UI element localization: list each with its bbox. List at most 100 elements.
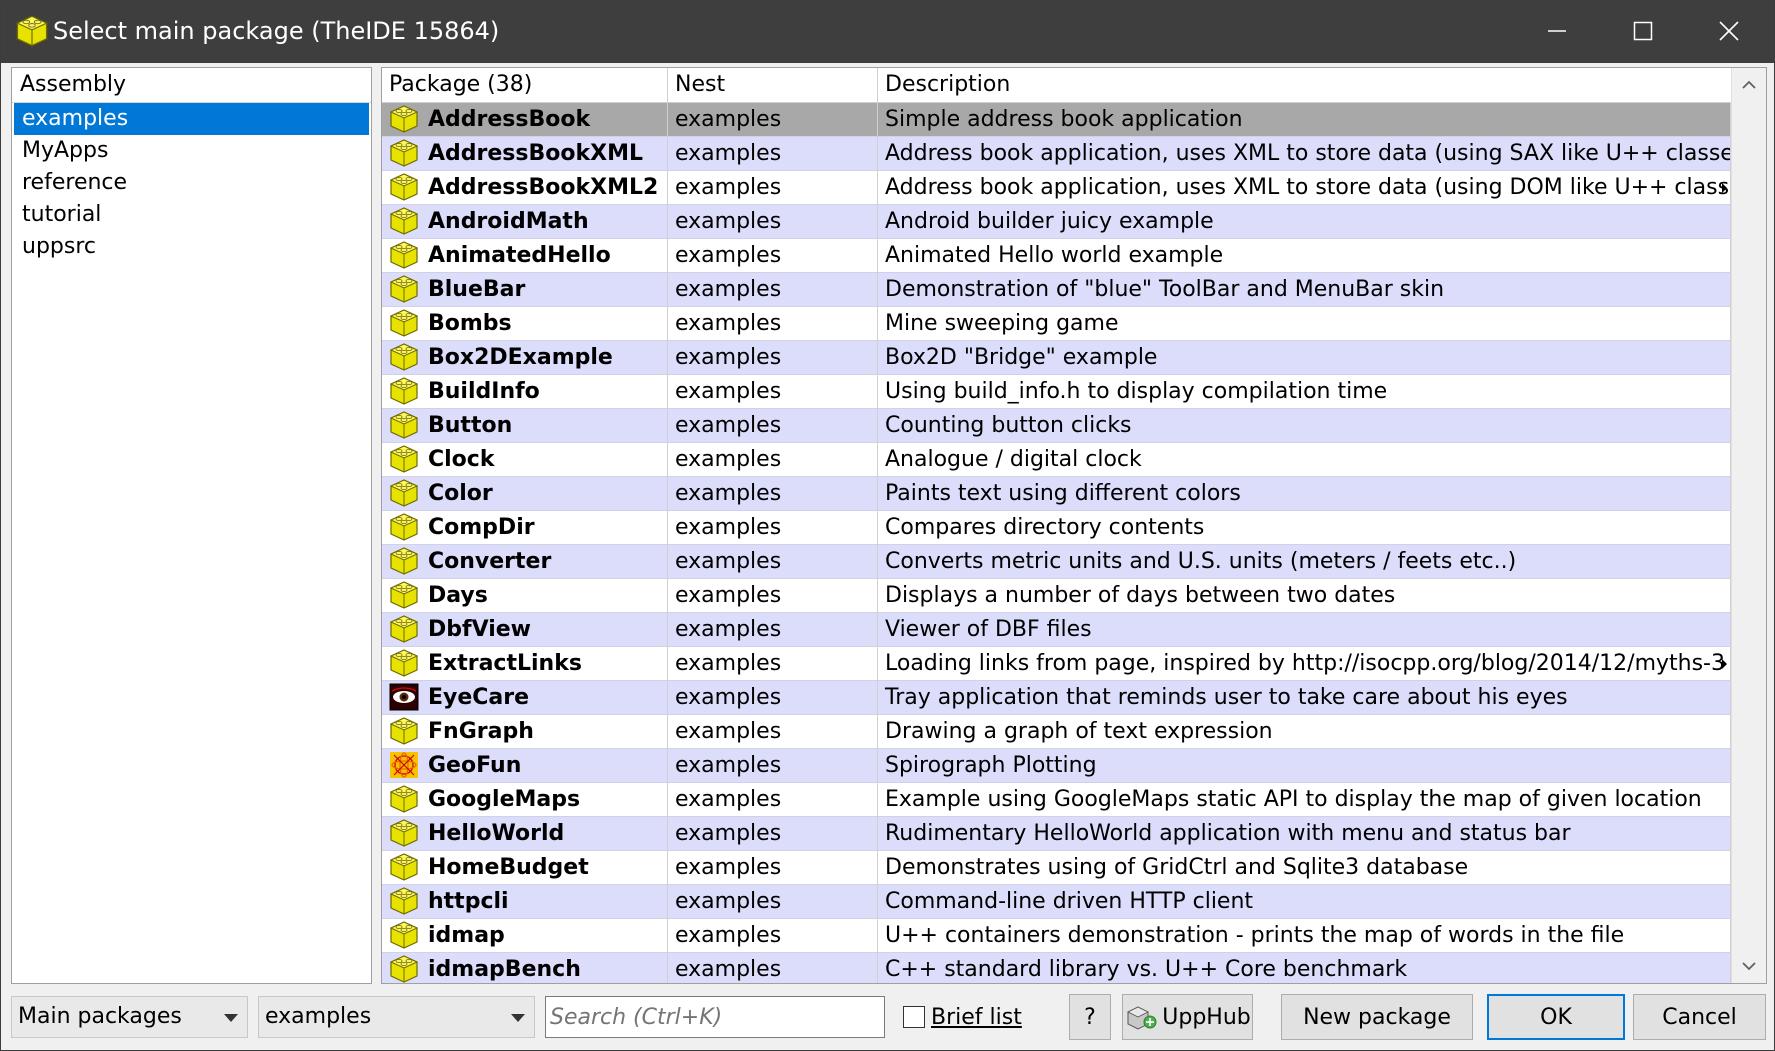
package-row[interactable]: GoogleMaps examples Example using GoogleMa… <box>382 783 1731 817</box>
dropdown-arrow-icon <box>511 1014 525 1022</box>
assembly-header[interactable]: Assembly <box>12 68 371 103</box>
package-row[interactable]: AndroidMath examples Android builder juicy… <box>382 205 1731 239</box>
scroll-up-button[interactable] <box>1732 68 1766 102</box>
upphub-label: UppHub <box>1162 1004 1251 1030</box>
package-row[interactable]: GeoFun examples Spirograph Plotting <box>382 749 1731 783</box>
package-row[interactable]: AddressBookXML examples Address book appli… <box>382 137 1731 171</box>
package-nest-cell: examples <box>668 171 878 204</box>
minimize-button[interactable] <box>1514 1 1600 61</box>
package-row[interactable]: CompDir examples Compares directory conten… <box>382 511 1731 545</box>
upphub-icon <box>1127 1006 1157 1030</box>
search-input[interactable] <box>545 996 885 1038</box>
ok-button[interactable]: OK <box>1487 994 1625 1040</box>
package-name: BlueBar <box>428 277 526 302</box>
package-nest-cell: examples <box>668 511 878 544</box>
package-nest-cell: examples <box>668 443 878 476</box>
package-name: GeoFun <box>428 753 522 778</box>
scrollbar-track[interactable] <box>1732 102 1766 949</box>
package-name: Color <box>428 481 493 506</box>
upphub-button[interactable]: UppHub <box>1122 994 1253 1040</box>
maximize-button[interactable] <box>1600 1 1686 61</box>
package-description: Drawing a graph of text expression <box>885 719 1273 744</box>
package-row[interactable]: idmap examples U++ containers demonstratio… <box>382 919 1731 953</box>
package-name: AddressBookXML <box>428 141 643 166</box>
package-nest-cell: examples <box>668 647 878 680</box>
package-name-cell: AnimatedHello <box>382 239 668 272</box>
checkbox-box[interactable] <box>903 1006 925 1028</box>
package-row[interactable]: BuildInfo examples Using build_info.h to d… <box>382 375 1731 409</box>
package-nest-cell: examples <box>668 409 878 442</box>
package-name-cell: Box2DExample <box>382 341 668 374</box>
package-row[interactable]: AddressBook examples Simple address book a… <box>382 103 1731 137</box>
package-nest-cell: examples <box>668 477 878 510</box>
package-row[interactable]: Clock examples Analogue / digital clock <box>382 443 1731 477</box>
package-name-cell: idmap <box>382 919 668 952</box>
package-name-cell: ExtractLinks <box>382 647 668 680</box>
cancel-button[interactable]: Cancel <box>1633 994 1766 1040</box>
package-description-cell: Address book application, uses XML to st… <box>878 171 1731 204</box>
package-icon <box>389 649 419 677</box>
column-header-nest[interactable]: Nest <box>668 68 878 102</box>
package-icon <box>389 105 419 133</box>
package-name: Button <box>428 413 513 438</box>
package-description-cell: Animated Hello world example <box>878 239 1731 272</box>
package-row[interactable]: AnimatedHello examples Animated Hello worl… <box>382 239 1731 273</box>
package-name: AnimatedHello <box>428 243 611 268</box>
package-description: Address book application, uses XML to st… <box>885 141 1731 166</box>
package-description-cell: Mine sweeping game <box>878 307 1731 340</box>
column-header-description[interactable]: Description <box>878 68 1731 102</box>
package-name: HelloWorld <box>428 821 565 846</box>
package-row[interactable]: idmapBench examples C++ standard library v… <box>382 953 1731 983</box>
package-icon <box>389 275 419 303</box>
assembly-list[interactable]: Assembly examples MyApps reference tutor… <box>11 67 372 984</box>
package-row[interactable]: HelloWorld examples Rudimentary HelloWorld… <box>382 817 1731 851</box>
vertical-scrollbar[interactable] <box>1731 68 1766 983</box>
assembly-item-reference[interactable]: reference <box>14 167 369 199</box>
scroll-down-button[interactable] <box>1732 949 1766 983</box>
package-row[interactable]: ExtractLinks examples Loading links from p… <box>382 647 1731 681</box>
eye-icon <box>389 683 419 711</box>
brief-list-checkbox[interactable]: Brief list <box>903 996 1022 1038</box>
package-row[interactable]: Color examples Paints text using different… <box>382 477 1731 511</box>
package-row[interactable]: HomeBudget examples Demonstrates using of … <box>382 851 1731 885</box>
package-row[interactable]: FnGraph examples Drawing a graph of text e… <box>382 715 1731 749</box>
select-package-dialog: Select main package (TheIDE 15864) Assem… <box>0 0 1775 1051</box>
package-name: BuildInfo <box>428 379 540 404</box>
package-description: Command-line driven HTTP client <box>885 889 1254 914</box>
package-row[interactable]: Bombs examples Mine sweeping game <box>382 307 1731 341</box>
package-name-cell: EyeCare <box>382 681 668 714</box>
package-name-cell: Clock <box>382 443 668 476</box>
column-header-package[interactable]: Package (38) <box>382 68 668 102</box>
package-icon <box>389 309 419 337</box>
help-button[interactable]: ? <box>1069 994 1111 1040</box>
nest-dropdown[interactable]: examples <box>258 996 535 1038</box>
package-row[interactable]: DbfView examples Viewer of DBF files <box>382 613 1731 647</box>
package-row[interactable]: httpcli examples Command-line driven HTTP … <box>382 885 1731 919</box>
package-row[interactable]: EyeCare examples Tray application that rem… <box>382 681 1731 715</box>
assembly-item-myapps[interactable]: MyApps <box>14 135 369 167</box>
package-nest-cell: examples <box>668 919 878 952</box>
package-row[interactable]: Days examples Displays a number of days be… <box>382 579 1731 613</box>
package-table[interactable]: Package (38) Nest Description AddressBoo… <box>381 67 1767 984</box>
package-description: Demonstration of "blue" ToolBar and Menu… <box>885 277 1445 302</box>
package-row[interactable]: Converter examples Converts metric units a… <box>382 545 1731 579</box>
package-row[interactable]: BlueBar examples Demonstration of "blue" T… <box>382 273 1731 307</box>
package-description-cell: Drawing a graph of text expression <box>878 715 1731 748</box>
package-filter-dropdown[interactable]: Main packages <box>11 996 248 1038</box>
assembly-item-examples[interactable]: examples <box>14 103 369 135</box>
package-name-cell: HelloWorld <box>382 817 668 850</box>
package-description: Paints text using different colors <box>885 481 1241 506</box>
package-row[interactable]: Box2DExample examples Box2D "Bridge" examp… <box>382 341 1731 375</box>
package-icon <box>389 173 419 201</box>
close-button[interactable] <box>1686 1 1772 61</box>
new-package-button[interactable]: New package <box>1281 994 1473 1040</box>
package-row[interactable]: Button examples Counting button clicks <box>382 409 1731 443</box>
package-description-cell: Converts metric units and U.S. units (me… <box>878 545 1731 578</box>
assembly-item-tutorial[interactable]: tutorial <box>14 199 369 231</box>
package-name-cell: BuildInfo <box>382 375 668 408</box>
assembly-item-uppsrc[interactable]: uppsrc <box>14 231 369 263</box>
package-nest-cell: examples <box>668 205 878 238</box>
bottom-bar: Main packages examples Brief list ? UppH… <box>1 991 1774 1049</box>
package-icon <box>389 411 419 439</box>
package-row[interactable]: AddressBookXML2 examples Address book appl… <box>382 171 1731 205</box>
